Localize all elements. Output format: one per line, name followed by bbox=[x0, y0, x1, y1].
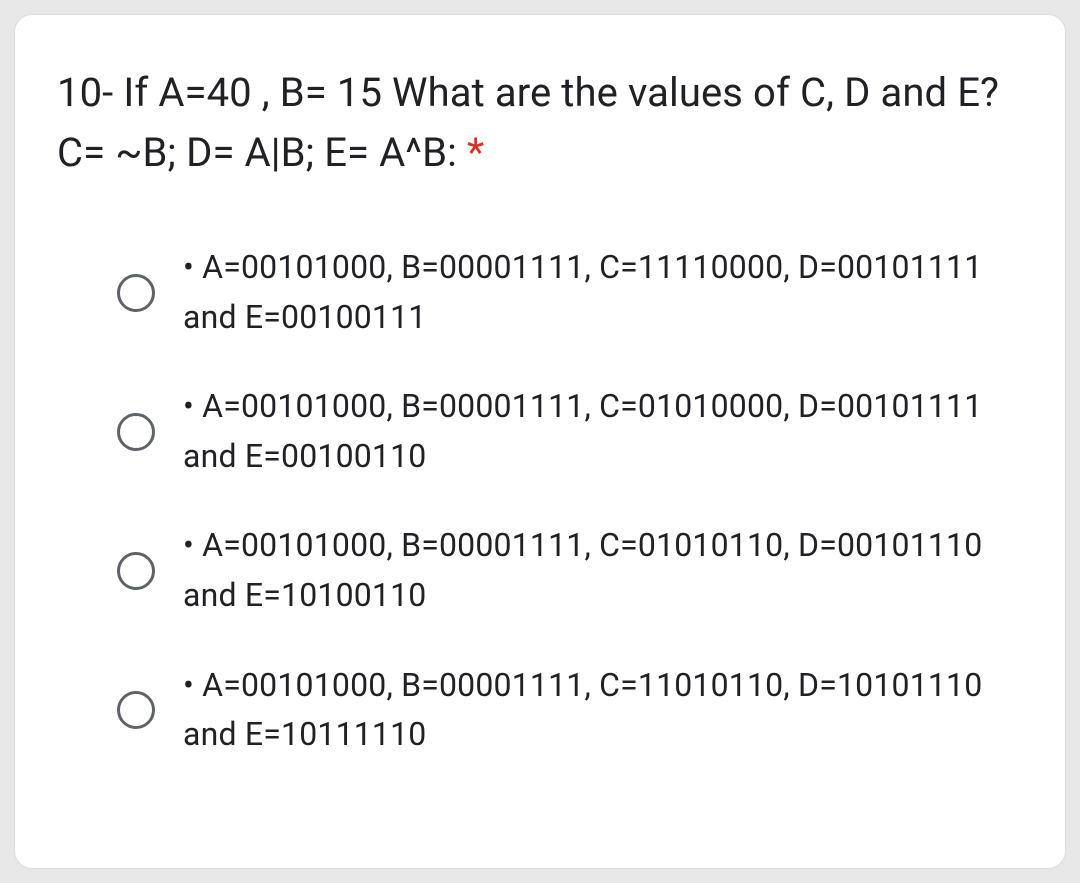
options-group: • A=00101000, B=00001111, C=11110000, D=… bbox=[57, 243, 1023, 760]
option-label: • A=00101000, B=00001111, C=01010110, D=… bbox=[183, 521, 1023, 620]
option-label: • A=00101000, B=00001111, C=01010000, D=… bbox=[183, 382, 1023, 481]
option-1[interactable]: • A=00101000, B=00001111, C=11110000, D=… bbox=[117, 243, 1023, 342]
option-label: • A=00101000, B=00001111, C=11010110, D=… bbox=[183, 661, 1023, 760]
radio-icon bbox=[117, 691, 155, 729]
option-2[interactable]: • A=00101000, B=00001111, C=01010000, D=… bbox=[117, 382, 1023, 481]
option-label: • A=00101000, B=00001111, C=11110000, D=… bbox=[183, 243, 1023, 342]
question-card: 10- If A=40 , B= 15 What are the values … bbox=[14, 14, 1066, 869]
radio-icon bbox=[117, 274, 155, 312]
option-4[interactable]: • A=00101000, B=00001111, C=11010110, D=… bbox=[117, 661, 1023, 760]
radio-icon bbox=[117, 413, 155, 451]
question-body: 10- If A=40 , B= 15 What are the values … bbox=[57, 69, 999, 176]
question-text: 10- If A=40 , B= 15 What are the values … bbox=[57, 63, 1023, 183]
option-3[interactable]: • A=00101000, B=00001111, C=01010110, D=… bbox=[117, 521, 1023, 620]
required-asterisk: * bbox=[467, 129, 484, 176]
radio-icon bbox=[117, 552, 155, 590]
